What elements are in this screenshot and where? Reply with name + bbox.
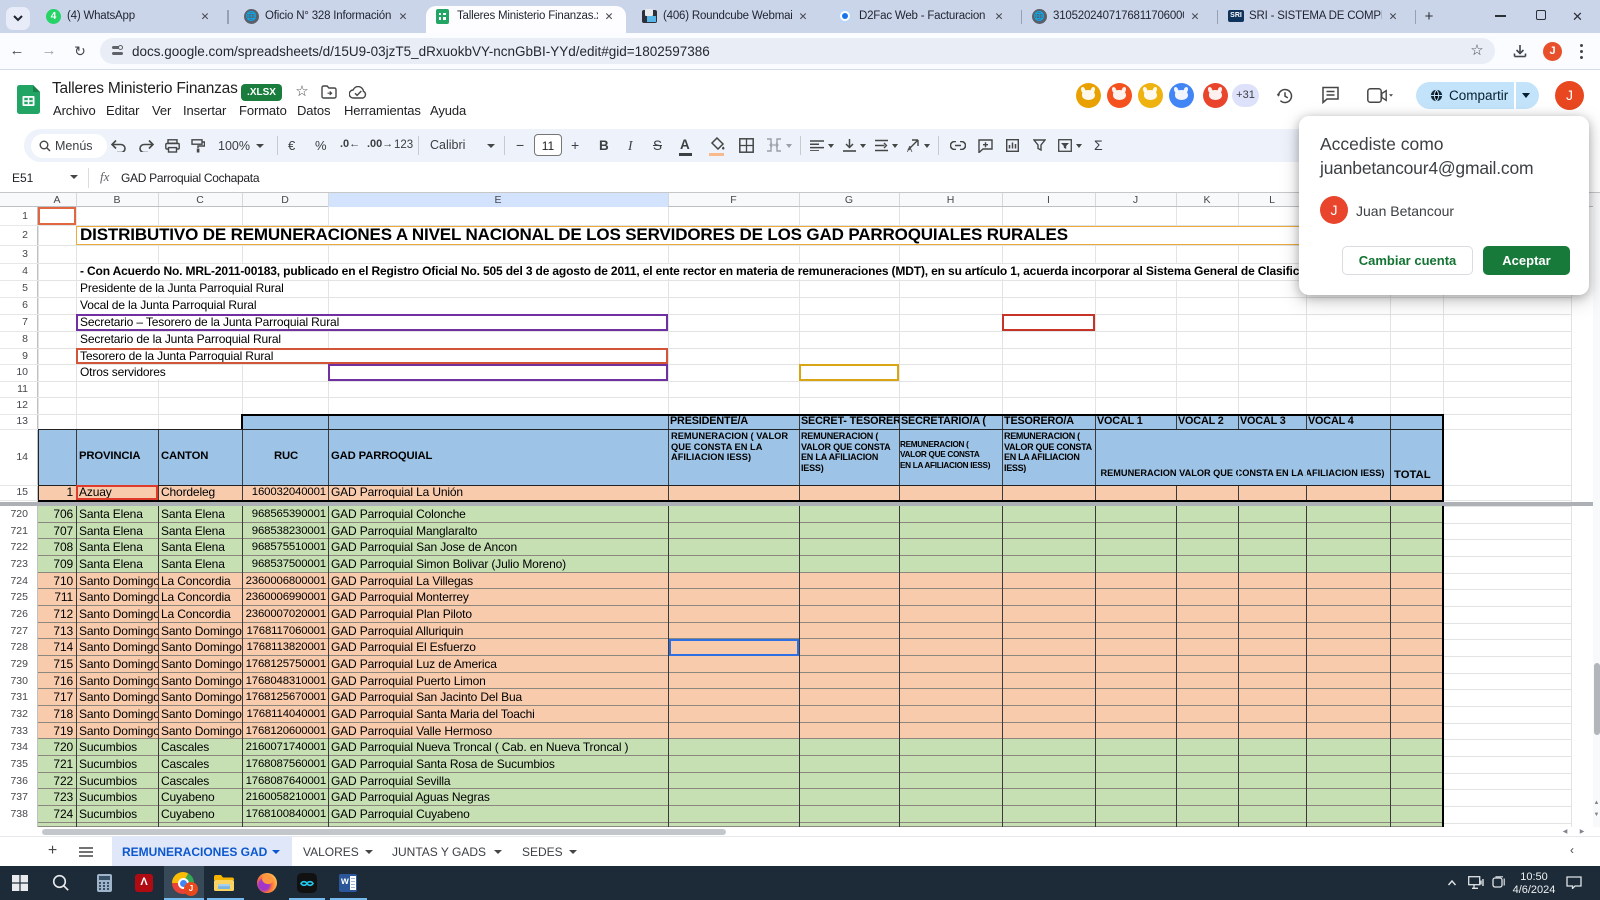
svg-text:A: A	[907, 145, 913, 152]
